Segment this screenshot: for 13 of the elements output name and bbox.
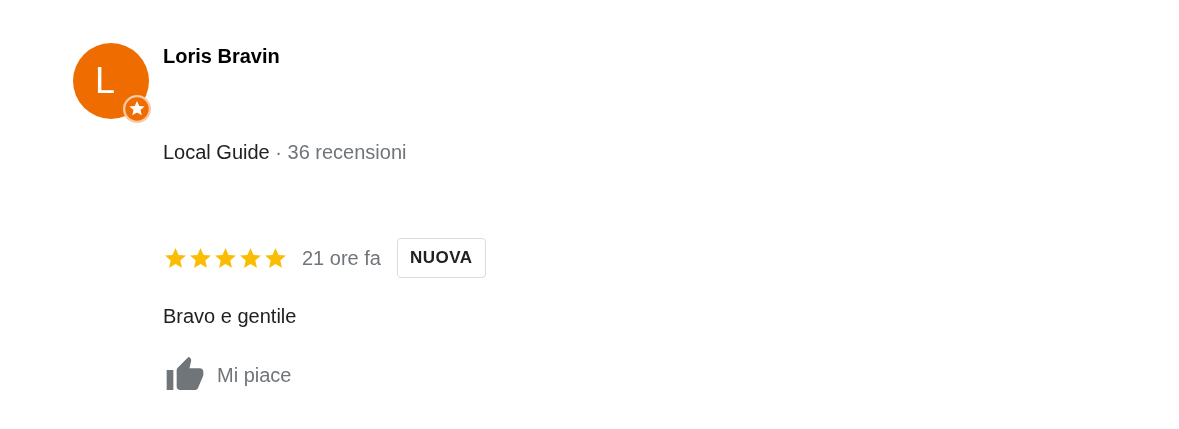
star-icon	[238, 245, 263, 271]
review-time: 21 ore fa	[302, 246, 381, 270]
local-guide-label: Local Guide	[163, 141, 270, 163]
review-text: Bravo e gentile	[163, 305, 297, 328]
star-icon	[213, 245, 238, 271]
new-tag: NUOVA	[396, 238, 486, 278]
review-count: · 36 recensioni	[275, 141, 407, 163]
star-icon	[163, 245, 188, 271]
star-icon	[263, 245, 288, 271]
like-button[interactable]: Mi piace	[163, 355, 292, 395]
star-icon	[188, 245, 213, 271]
avatar-letter: L	[95, 60, 115, 102]
author-name[interactable]: Loris Bravin	[163, 45, 280, 68]
